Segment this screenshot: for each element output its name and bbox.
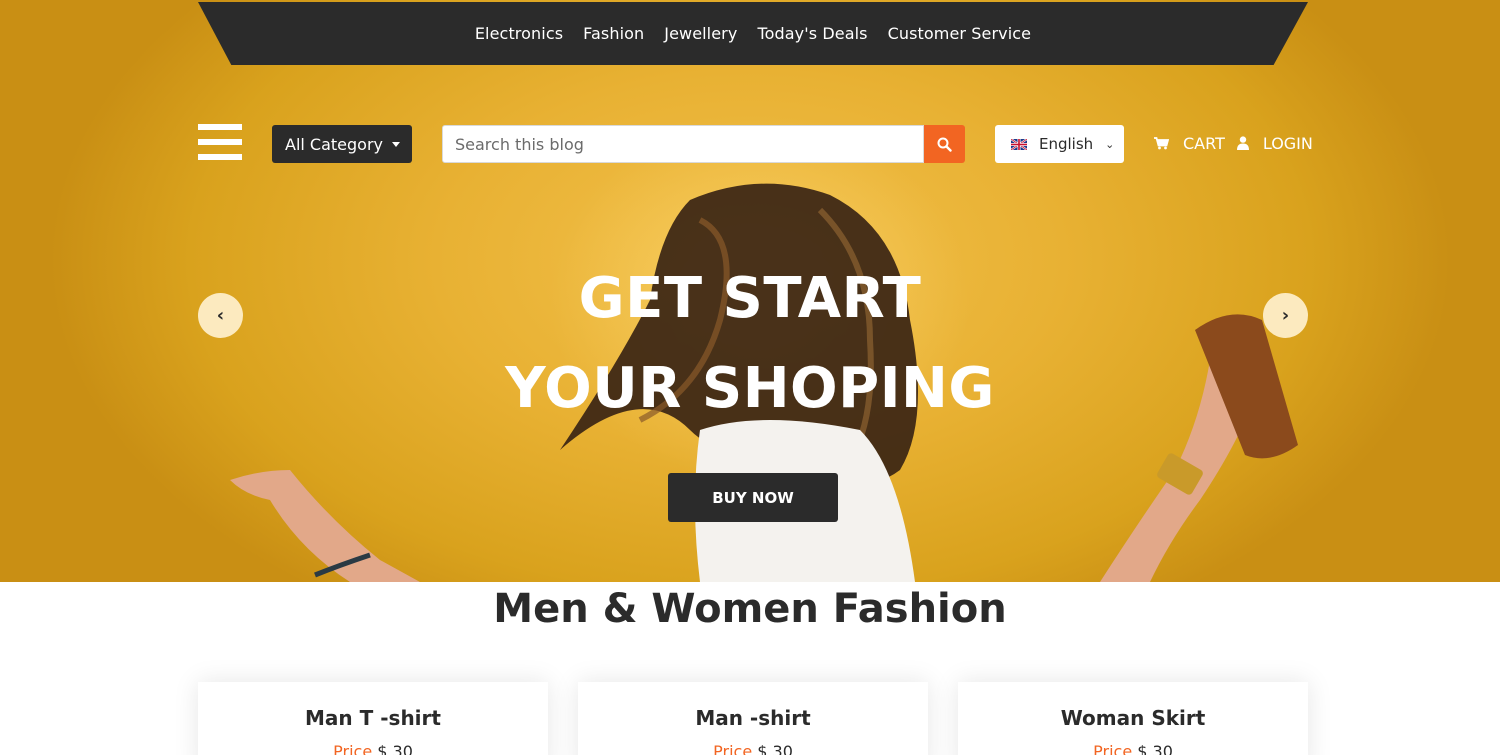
nav-link-todays-deals[interactable]: Today's Deals xyxy=(757,24,867,43)
nav-link-jewellery[interactable]: Jewellery xyxy=(664,24,737,43)
product-name: Woman Skirt xyxy=(1060,706,1206,730)
price-label: Price xyxy=(1093,742,1133,755)
product-card[interactable]: Man T -shirt Price $ 30 xyxy=(198,682,548,755)
price-value: $ 30 xyxy=(1137,742,1173,755)
product-price-row: Price $ 30 xyxy=(198,742,548,755)
nav-link-electronics[interactable]: Electronics xyxy=(475,24,563,43)
chevron-down-icon: ⌄ xyxy=(1105,137,1115,151)
search-icon xyxy=(937,137,952,152)
nav-link-customer-service[interactable]: Customer Service xyxy=(888,24,1032,43)
shopping-cart-icon xyxy=(1154,136,1169,149)
product-name: Man T -shirt xyxy=(305,706,441,730)
category-label: All Category xyxy=(285,134,384,154)
all-category-dropdown[interactable]: All Category xyxy=(272,125,412,163)
caret-down-icon xyxy=(392,141,401,147)
login-label: LOGIN xyxy=(1262,133,1313,153)
user-icon xyxy=(1236,136,1249,150)
section-title: Men & Women Fashion xyxy=(493,586,1007,632)
nav-link-fashion[interactable]: Fashion xyxy=(583,24,644,43)
price-value: $ 30 xyxy=(377,742,413,755)
hamburger-bar xyxy=(198,124,242,130)
account-links: CART LOGIN xyxy=(1154,132,1313,154)
hamburger-icon[interactable] xyxy=(198,124,242,162)
product-price-row: Price $ 30 xyxy=(958,742,1308,755)
search-button[interactable] xyxy=(924,125,965,163)
hero-title-line2: YOUR SHOPING xyxy=(505,356,995,421)
price-label: Price xyxy=(713,742,753,755)
login-link[interactable]: LOGIN xyxy=(1236,133,1313,153)
hamburger-bar xyxy=(198,139,242,145)
product-card[interactable]: Man -shirt Price $ 30 xyxy=(578,682,928,755)
buy-now-button[interactable]: BUY NOW xyxy=(668,473,838,522)
product-card[interactable]: Woman Skirt Price $ 30 xyxy=(958,682,1308,755)
price-label: Price xyxy=(333,742,373,755)
cart-link[interactable]: CART xyxy=(1154,134,1225,153)
language-label: English xyxy=(1039,135,1094,153)
hero-banner: Electronics Fashion Jewellery Today's De… xyxy=(0,0,1500,582)
hero-title-line1: GET START xyxy=(578,266,922,331)
cart-label: CART xyxy=(1183,133,1225,153)
uk-flag-icon xyxy=(1011,138,1027,150)
product-price-row: Price $ 30 xyxy=(578,742,928,755)
hamburger-bar xyxy=(198,154,242,160)
language-select[interactable]: English ⌄ xyxy=(995,125,1124,163)
top-navigation: Electronics Fashion Jewellery Today's De… xyxy=(198,2,1308,65)
product-name: Man -shirt xyxy=(695,706,811,730)
price-value: $ 30 xyxy=(757,742,793,755)
search-input[interactable] xyxy=(442,125,924,163)
